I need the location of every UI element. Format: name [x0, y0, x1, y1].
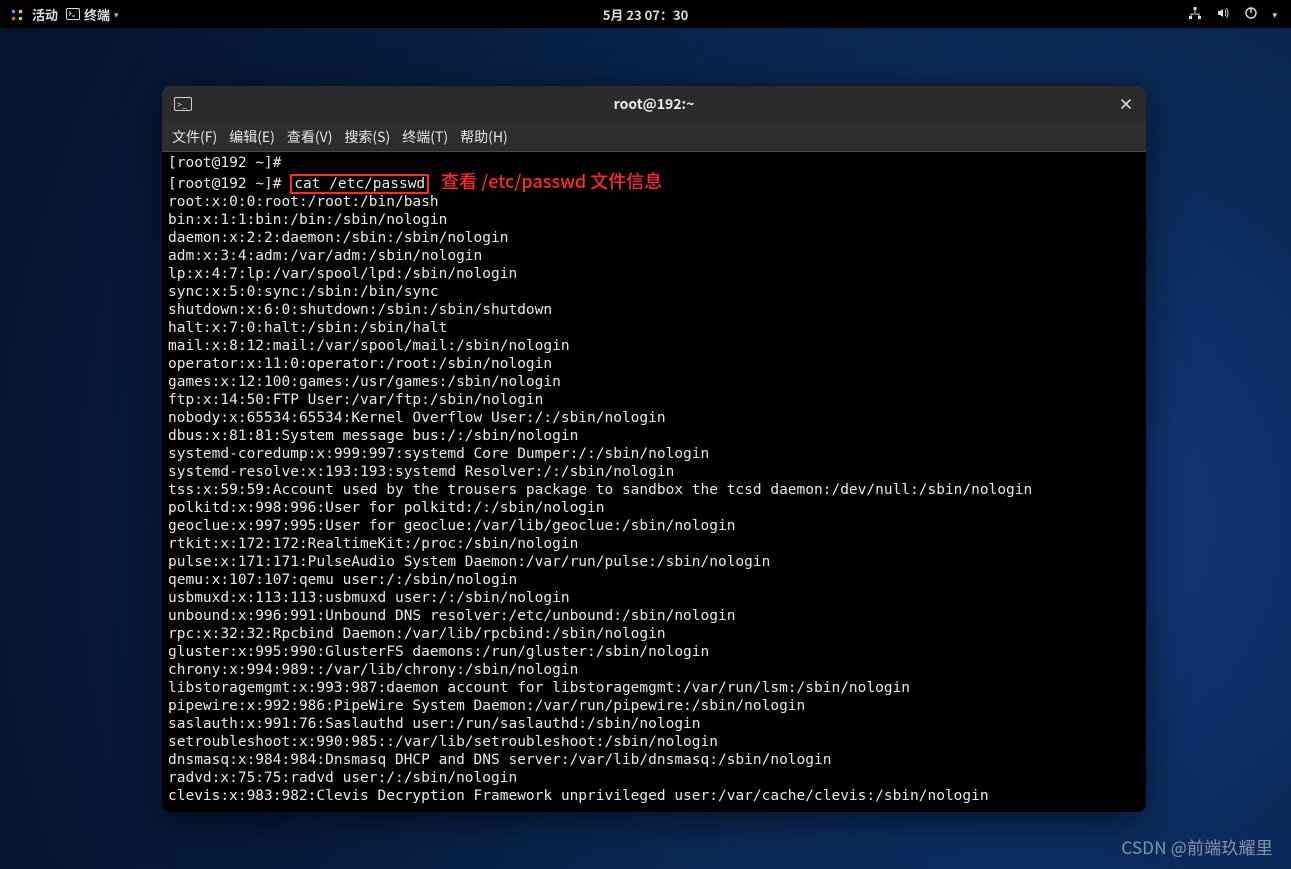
- activities-icon[interactable]: [10, 7, 24, 21]
- network-icon[interactable]: [1188, 5, 1202, 24]
- power-icon[interactable]: [1244, 5, 1258, 24]
- window-titlebar[interactable]: >_ root@192:~: [162, 86, 1146, 122]
- gnome-top-bar: 活动 终端 ▾ 5月 23 07：30 ▾: [0, 0, 1291, 28]
- output-line: lp:x:4:7:lp:/var/spool/lpd:/sbin/nologin: [168, 266, 517, 282]
- clock[interactable]: 5月 23 07：30: [603, 5, 689, 24]
- output-line: operator:x:11:0:operator:/root:/sbin/nol…: [168, 356, 552, 372]
- terminal-menubar: 文件(F) 编辑(E) 查看(V) 搜索(S) 终端(T) 帮助(H): [162, 122, 1146, 152]
- output-line: chrony:x:994:989::/var/lib/chrony:/sbin/…: [168, 662, 578, 678]
- output-line: systemd-resolve:x:193:193:systemd Resolv…: [168, 464, 674, 480]
- annotation-text: 查看 /etc/passwd 文件信息: [441, 168, 662, 194]
- output-line: systemd-coredump:x:999:997:systemd Core …: [168, 446, 709, 462]
- output-line: ftp:x:14:50:FTP User:/var/ftp:/sbin/nolo…: [168, 392, 543, 408]
- chevron-down-icon: ▾: [114, 8, 119, 21]
- chevron-down-icon[interactable]: ▾: [1272, 8, 1277, 21]
- terminal-window: >_ root@192:~ 文件(F) 编辑(E) 查看(V) 搜索(S) 终端…: [162, 86, 1146, 812]
- activities-button[interactable]: 活动: [32, 5, 58, 24]
- output-line: daemon:x:2:2:daemon:/sbin:/sbin/nologin: [168, 230, 508, 246]
- output-line: dbus:x:81:81:System message bus:/:/sbin/…: [168, 428, 578, 444]
- terminal-scroll-area[interactable]: [root@192 ~]# [root@192 ~]# cat /etc/pas…: [162, 152, 1146, 812]
- output-line: gluster:x:995:990:GlusterFS daemons:/run…: [168, 644, 709, 660]
- app-menu-label: 终端: [84, 5, 110, 24]
- output-line: geoclue:x:997:995:User for geoclue:/var/…: [168, 518, 735, 534]
- output-line: qemu:x:107:107:qemu user:/:/sbin/nologin: [168, 572, 517, 588]
- menu-edit[interactable]: 编辑(E): [229, 127, 275, 147]
- output-line: dnsmasq:x:984:984:Dnsmasq DHCP and DNS s…: [168, 752, 831, 768]
- output-line: nobody:x:65534:65534:Kernel Overflow Use…: [168, 410, 666, 426]
- command-line: [root@192 ~]# cat /etc/passwd查看 /etc/pas…: [168, 176, 662, 192]
- output-line: bin:x:1:1:bin:/bin:/sbin/nologin: [168, 212, 447, 228]
- volume-icon[interactable]: [1216, 5, 1230, 24]
- watermark-text: CSDN @前端玖耀里: [1121, 834, 1273, 859]
- output-line: pipewire:x:992:986:PipeWire System Daemo…: [168, 698, 805, 714]
- output-line: root:x:0:0:root:/root:/bin/bash: [168, 194, 439, 210]
- output-line: tss:x:59:59:Account used by the trousers…: [168, 482, 1032, 498]
- close-button[interactable]: [1116, 94, 1136, 114]
- output-line: polkitd:x:998:996:User for polkitd:/:/sb…: [168, 500, 605, 516]
- output-line: pulse:x:171:171:PulseAudio System Daemon…: [168, 554, 770, 570]
- output-line: setroubleshoot:x:990:985::/var/lib/setro…: [168, 734, 718, 750]
- output-line: radvd:x:75:75:radvd user:/:/sbin/nologin: [168, 770, 517, 786]
- window-title: root@192:~: [614, 94, 695, 114]
- output-line: libstoragemgmt:x:993:987:daemon account …: [168, 680, 910, 696]
- output-line: games:x:12:100:games:/usr/games:/sbin/no…: [168, 374, 561, 390]
- output-line: clevis:x:983:982:Clevis Decryption Frame…: [168, 788, 989, 804]
- output-line: shutdown:x:6:0:shutdown:/sbin:/sbin/shut…: [168, 302, 552, 318]
- menu-terminal[interactable]: 终端(T): [402, 127, 448, 147]
- output-line: unbound:x:996:991:Unbound DNS resolver:/…: [168, 608, 735, 624]
- terminal-body: [root@192 ~]# [root@192 ~]# cat /etc/pas…: [162, 152, 1146, 812]
- app-menu-button[interactable]: 终端 ▾: [66, 5, 119, 24]
- highlighted-command: cat /etc/passwd: [290, 174, 429, 194]
- menu-search[interactable]: 搜索(S): [344, 127, 390, 147]
- output-line: mail:x:8:12:mail:/var/spool/mail:/sbin/n…: [168, 338, 570, 354]
- output-line: sync:x:5:0:sync:/sbin:/bin/sync: [168, 284, 439, 300]
- output-line: rpc:x:32:32:Rpcbind Daemon:/var/lib/rpcb…: [168, 626, 666, 642]
- terminal-window-icon: >_: [174, 97, 192, 111]
- terminal-app-icon: [66, 8, 80, 20]
- output-line: usbmuxd:x:113:113:usbmuxd user:/:/sbin/n…: [168, 590, 570, 606]
- menu-view[interactable]: 查看(V): [287, 127, 333, 147]
- terminal-output[interactable]: [root@192 ~]# [root@192 ~]# cat /etc/pas…: [162, 152, 1146, 811]
- output-line: rtkit:x:172:172:RealtimeKit:/proc:/sbin/…: [168, 536, 578, 552]
- prompt-line: [root@192 ~]#: [168, 155, 282, 171]
- menu-file[interactable]: 文件(F): [172, 127, 217, 147]
- output-line: saslauth:x:991:76:Saslauthd user:/run/sa…: [168, 716, 701, 732]
- output-line: halt:x:7:0:halt:/sbin:/sbin/halt: [168, 320, 447, 336]
- output-line: adm:x:3:4:adm:/var/adm:/sbin/nologin: [168, 248, 482, 264]
- menu-help[interactable]: 帮助(H): [460, 127, 508, 147]
